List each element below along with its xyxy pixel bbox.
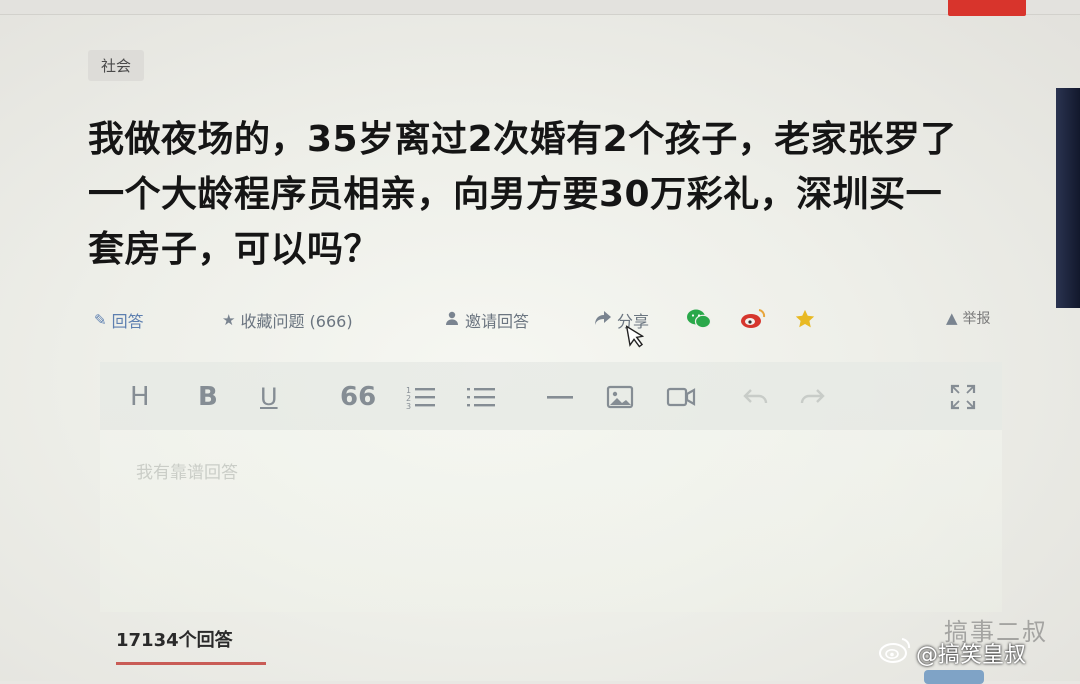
browser-top-bar	[0, 0, 1080, 16]
weibo-share-button[interactable]	[740, 308, 766, 334]
right-edge-panel	[1056, 88, 1080, 308]
bottom-button[interactable]	[924, 670, 984, 684]
title-line-2: 一个大龄程序员相亲，向男方要30万彩礼，深圳买一	[88, 174, 943, 215]
ordered-list-icon[interactable]: 123	[406, 382, 436, 412]
editor-placeholder: 我有靠谱回答	[136, 463, 238, 483]
divider-icon[interactable]	[546, 382, 574, 412]
fullscreen-icon[interactable]	[950, 382, 976, 412]
answer-editor[interactable]: H B U 66 123 我有靠谱回答	[100, 362, 1002, 612]
heading-button[interactable]: H	[130, 382, 150, 412]
screen: 社会 我做夜场的，35岁离过2次婚有2个孩子，老家张罗了 一个大龄程序员相亲，向…	[0, 0, 1080, 684]
answer-button[interactable]: ✎ 回答	[94, 308, 144, 332]
follow-question-button[interactable]: ★ 收藏问题 (666)	[222, 308, 353, 332]
pencil-icon: ✎	[94, 311, 107, 329]
wechat-icon	[686, 308, 712, 334]
answer-count-tab[interactable]: 17134个回答	[116, 626, 233, 652]
redo-icon[interactable]	[798, 382, 826, 412]
underline-button[interactable]: U	[260, 382, 278, 412]
watermark-handle: @搞笑皇叔	[916, 643, 1027, 668]
image-icon[interactable]	[606, 382, 634, 412]
question-title: 我做夜场的，35岁离过2次婚有2个孩子，老家张罗了 一个大龄程序员相亲，向男方要…	[88, 112, 1018, 277]
report-label: 举报	[962, 311, 991, 327]
share-arrow-icon	[594, 310, 612, 330]
top-red-button[interactable]	[948, 0, 1026, 16]
title-line-3: 套房子，可以吗？	[88, 229, 381, 270]
warning-icon: ▲	[946, 309, 958, 327]
unordered-list-icon[interactable]	[466, 382, 496, 412]
video-icon[interactable]	[666, 382, 696, 412]
invite-answer-button[interactable]: 邀请回答	[444, 308, 529, 332]
invite-label: 邀请回答	[465, 312, 530, 331]
quote-button[interactable]: 66	[340, 382, 376, 412]
weibo-watermark: @搞笑皇叔	[878, 636, 1026, 670]
wechat-share-button[interactable]	[686, 308, 712, 334]
active-tab-underline	[116, 662, 266, 665]
weibo-logo-icon	[878, 636, 912, 670]
answer-label: 回答	[111, 312, 144, 331]
question-actions: ✎ 回答 ★ 收藏问题 (666) 邀请回答 分享 ▲ 举报	[94, 308, 1014, 334]
yellow-star-icon	[794, 308, 816, 334]
bold-button[interactable]: B	[198, 382, 218, 412]
title-line-1: 我做夜场的，35岁离过2次婚有2个孩子，老家张罗了	[88, 119, 957, 160]
svg-text:3: 3	[406, 402, 411, 410]
favorite-button[interactable]	[794, 308, 816, 334]
star-icon: ★	[222, 311, 236, 329]
weibo-icon	[740, 308, 766, 334]
report-button[interactable]: ▲ 举报	[946, 308, 991, 328]
follow-label: 收藏问题 (666)	[240, 312, 353, 331]
undo-icon[interactable]	[742, 382, 770, 412]
person-icon	[444, 310, 460, 330]
topic-tag[interactable]: 社会	[88, 50, 145, 81]
editor-toolbar: H B U 66 123	[100, 362, 1002, 430]
